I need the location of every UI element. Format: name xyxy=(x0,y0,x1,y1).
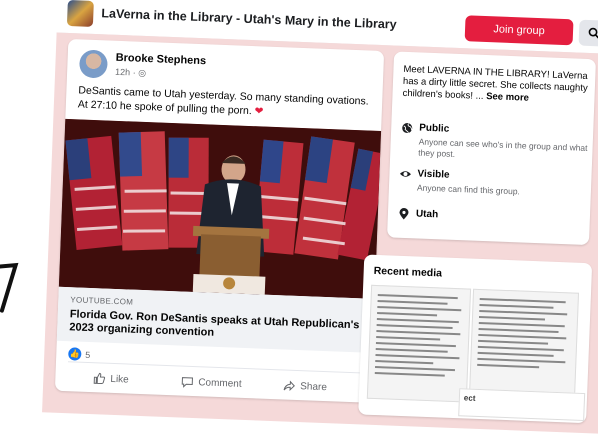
globe-icon xyxy=(402,123,413,134)
reaction-count: 5 xyxy=(85,349,91,360)
hand-drawn-arrow-mark xyxy=(0,258,20,319)
thumbs-up-icon xyxy=(93,372,106,385)
privacy-label: Public xyxy=(419,122,450,135)
group-title[interactable]: LaVerna in the Library - Utah's Mary in … xyxy=(101,6,397,31)
flags-and-podium-image xyxy=(58,118,382,299)
post-author-name[interactable]: Brooke Stephens xyxy=(115,52,206,67)
link-preview[interactable]: YOUTUBE.COM Florida Gov. Ron DeSantis sp… xyxy=(56,286,375,353)
join-group-button[interactable]: Join group xyxy=(464,15,574,46)
about-card: Meet LAVERNA IN THE LIBRARY! LaVerna has… xyxy=(387,51,597,246)
share-label: Share xyxy=(300,380,328,393)
eye-icon xyxy=(399,171,411,177)
visibility-label: Visible xyxy=(417,168,450,181)
see-more-link[interactable]: See more xyxy=(486,91,529,104)
privacy-row: Public Anyone can see who's in the group… xyxy=(401,122,588,159)
like-reaction-icon: 👍 xyxy=(68,347,82,361)
recent-media-title: Recent media xyxy=(373,264,443,280)
screenshot-stage: LaVerna in the Library - Utah's Mary in … xyxy=(0,0,598,434)
author-avatar[interactable] xyxy=(78,49,108,79)
post-card: Brooke Stephens 12h · ◎ DeSantis came to… xyxy=(54,38,385,403)
location-pin-icon xyxy=(399,207,409,220)
link-domain: YOUTUBE.COM xyxy=(70,295,134,307)
post-time[interactable]: 12h xyxy=(115,67,130,78)
comment-icon xyxy=(181,377,193,388)
comment-button[interactable]: Comment xyxy=(181,372,242,394)
media-popup[interactable]: ect xyxy=(458,388,586,422)
post-meta: 12h · ◎ xyxy=(115,67,146,79)
visibility-row: Visible Anyone can find this group. xyxy=(399,168,586,196)
heart-emoji-icon: ❤ xyxy=(254,105,264,118)
search-icon xyxy=(588,27,598,39)
link-title[interactable]: Florida Gov. Ron DeSantis speaks at Utah… xyxy=(69,308,360,345)
share-icon xyxy=(283,380,295,391)
media-popup-text: ect xyxy=(463,393,476,403)
video-thumbnail[interactable] xyxy=(58,118,382,299)
visibility-desc: Anyone can find this group. xyxy=(416,182,521,197)
comment-label: Comment xyxy=(198,376,242,390)
post-body: DeSantis came to Utah yesterday. So many… xyxy=(77,84,369,118)
like-label: Like xyxy=(110,373,129,386)
reaction-summary[interactable]: 👍 5 xyxy=(68,347,91,361)
location-label[interactable]: Utah xyxy=(416,208,439,220)
media-thumbnail[interactable] xyxy=(366,284,472,403)
recent-media-card: Recent media ect xyxy=(358,254,593,424)
post-text: DeSantis came to Utah yesterday. So many… xyxy=(78,83,371,122)
group-avatar[interactable] xyxy=(66,0,94,27)
privacy-desc: Anyone can see who's in the group and wh… xyxy=(418,136,588,159)
location-row: Utah xyxy=(398,207,584,220)
group-description: Meet LAVERNA IN THE LIBRARY! LaVerna has… xyxy=(402,64,589,107)
globe-icon: ◎ xyxy=(138,67,147,78)
share-button[interactable]: Share xyxy=(283,375,327,397)
search-button[interactable] xyxy=(578,19,598,47)
like-button[interactable]: Like xyxy=(93,368,129,389)
